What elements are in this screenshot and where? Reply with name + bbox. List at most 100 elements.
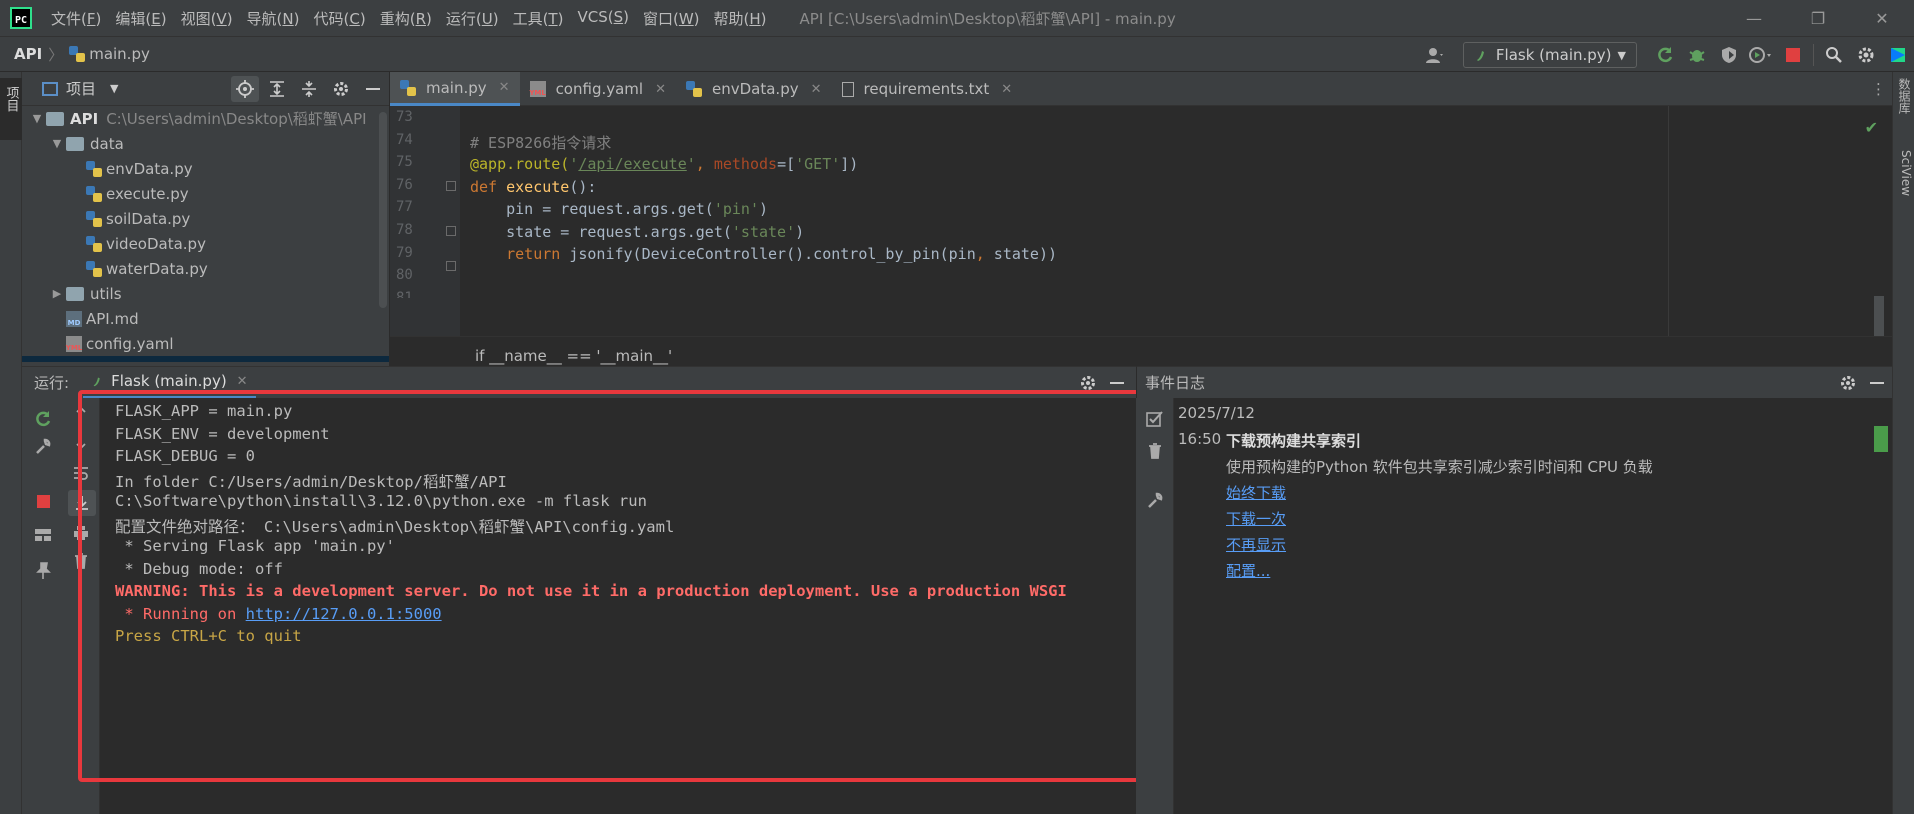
tree-item[interactable]: soilData.py <box>22 206 389 231</box>
search-icon[interactable] <box>1818 37 1850 73</box>
breadcrumb-project[interactable]: API <box>14 45 42 63</box>
configure-link[interactable]: 配置... <box>1226 560 1270 581</box>
close-tab-icon[interactable]: ✕ <box>811 82 822 97</box>
tree-item[interactable]: videoData.py <box>22 231 389 256</box>
jetbrains-toolbox-icon[interactable] <box>1882 37 1914 73</box>
menu-item[interactable]: 重构(R) <box>373 8 439 29</box>
soft-wrap-icon[interactable] <box>70 462 92 484</box>
menu-item[interactable]: 文件(F) <box>44 8 108 29</box>
editor-tab[interactable]: YML config.yaml ✕ <box>520 72 676 106</box>
print-icon[interactable] <box>70 522 92 544</box>
tree-item[interactable]: waterData.py <box>22 256 389 281</box>
mark-read-icon[interactable] <box>1144 408 1166 430</box>
tree-item[interactable]: MD API.md <box>22 306 389 331</box>
project-panel-title[interactable]: 项目 <box>66 78 96 99</box>
code-breadcrumb[interactable]: if __name__ == '__main__' <box>390 336 1892 366</box>
project-scrollbar[interactable] <box>379 112 387 308</box>
server-url-link[interactable]: http://127.0.0.1:5000 <box>246 605 442 623</box>
tree-selected-file[interactable] <box>22 356 389 362</box>
close-tab-icon[interactable]: ✕ <box>655 82 666 97</box>
sciview-tool-tab[interactable]: SciView <box>1895 150 1913 196</box>
download-once-link[interactable]: 下载一次 <box>1226 508 1286 529</box>
run-tab[interactable]: Flask (main.py) ✕ <box>83 367 256 399</box>
tree-item[interactable]: execute.py <box>22 181 389 206</box>
collapse-all-icon[interactable] <box>293 72 325 106</box>
database-tool-tab[interactable]: 数据库 <box>1895 78 1913 114</box>
menu-item[interactable]: 导航(N) <box>240 8 307 29</box>
fold-marker-icon[interactable] <box>446 261 456 271</box>
wrench-icon[interactable] <box>1144 490 1166 512</box>
rerun-icon[interactable] <box>32 408 54 430</box>
hide-panel-icon[interactable] <box>357 72 389 106</box>
menu-item[interactable]: 运行(U) <box>439 8 506 29</box>
close-tab-icon[interactable]: ✕ <box>237 374 248 389</box>
close-tab-icon[interactable]: ✕ <box>1001 82 1012 97</box>
no-problems-check-icon[interactable]: ✔ <box>1865 118 1878 137</box>
menu-item[interactable]: 窗口(W) <box>636 8 707 29</box>
menu-item[interactable]: 工具(T) <box>506 8 571 29</box>
tree-item[interactable]: ▶ utils <box>22 281 389 306</box>
trash-icon[interactable] <box>1144 440 1166 462</box>
wrench-icon[interactable] <box>32 436 54 458</box>
locate-file-icon[interactable] <box>231 76 259 102</box>
editor-tab[interactable]: main.py ✕ <box>390 72 520 106</box>
run-settings-icon[interactable] <box>1080 375 1096 391</box>
run-console[interactable]: FLASK_APP = main.py FLASK_ENV = developm… <box>100 398 1136 814</box>
panel-settings-icon[interactable] <box>325 72 357 106</box>
menu-item[interactable]: 视图(V) <box>174 8 240 29</box>
expand-all-icon[interactable] <box>261 72 293 106</box>
layout-icon[interactable] <box>32 524 54 546</box>
tree-root[interactable]: ▼ API C:\Users\admin\Desktop\稻虾蟹\API <box>22 106 389 131</box>
menu-item[interactable]: 代码(C) <box>307 8 373 29</box>
code-area[interactable]: # ESP8266指令请求 @app.route('/api/execute',… <box>470 106 1892 336</box>
tree-item[interactable]: envData.py <box>22 156 389 181</box>
menu-item[interactable]: VCS(S) <box>570 8 636 29</box>
folder-icon <box>66 286 84 301</box>
close-button[interactable]: ✕ <box>1850 0 1914 36</box>
arrow-down-icon[interactable] <box>70 432 92 454</box>
fold-marker-icon[interactable] <box>446 181 456 191</box>
rerun-icon[interactable] <box>1649 37 1681 73</box>
profile-icon[interactable] <box>1745 37 1777 73</box>
python-file-icon <box>86 260 102 277</box>
code-line: state = request.args.get('state') <box>470 223 805 241</box>
arrow-up-icon[interactable] <box>70 402 92 424</box>
editor-scrollbar[interactable] <box>1874 296 1884 336</box>
editor-tab[interactable]: envData.py ✕ <box>676 72 832 106</box>
chevron-down-icon[interactable]: ▼ <box>28 112 46 125</box>
trash-icon[interactable] <box>70 550 92 572</box>
tree-item-label: data <box>90 134 124 153</box>
project-tool-tab[interactable]: 项目 <box>0 78 22 140</box>
settings-gear-icon[interactable] <box>1850 37 1882 73</box>
breadcrumb-file[interactable]: main.py <box>89 45 150 63</box>
debug-icon[interactable] <box>1681 37 1713 73</box>
hide-event-log-icon[interactable] <box>1870 382 1884 384</box>
hide-run-panel-icon[interactable] <box>1110 382 1124 384</box>
tree-item[interactable]: ▼ data <box>22 131 389 156</box>
line-number: 75 <box>396 154 413 171</box>
editor-tab[interactable]: requirements.txt ✕ <box>832 72 1023 106</box>
more-tabs-icon[interactable]: ⋮ <box>1871 72 1886 106</box>
chevron-down-icon[interactable]: ▼ <box>48 137 66 150</box>
maximize-button[interactable]: ❐ <box>1786 0 1850 36</box>
minimize-button[interactable]: — <box>1722 0 1786 36</box>
tree-item-label: execute.py <box>106 184 189 203</box>
run-config-select[interactable]: Flask (main.py) ▼ <box>1462 42 1637 68</box>
code-line: pin = request.args.get('pin') <box>470 200 769 218</box>
close-tab-icon[interactable]: ✕ <box>499 80 510 95</box>
stop-icon[interactable] <box>32 490 54 512</box>
menu-item[interactable]: 帮助(H) <box>707 8 774 29</box>
pin-icon[interactable] <box>32 560 54 582</box>
coverage-icon[interactable] <box>1713 37 1745 73</box>
menu-item[interactable]: 编辑(E) <box>108 8 173 29</box>
event-settings-icon[interactable] <box>1840 375 1856 391</box>
user-icon[interactable] <box>1419 37 1451 73</box>
tree-item[interactable]: YML config.yaml <box>22 331 389 356</box>
chevron-down-icon[interactable]: ▼ <box>110 82 118 95</box>
always-download-link[interactable]: 始终下载 <box>1226 482 1286 503</box>
chevron-right-icon[interactable]: ▶ <box>48 287 66 300</box>
fold-marker-icon[interactable] <box>446 226 456 236</box>
dont-show-again-link[interactable]: 不再显示 <box>1226 534 1286 555</box>
scroll-to-end-icon[interactable] <box>68 490 96 516</box>
stop-icon[interactable] <box>1777 37 1809 73</box>
